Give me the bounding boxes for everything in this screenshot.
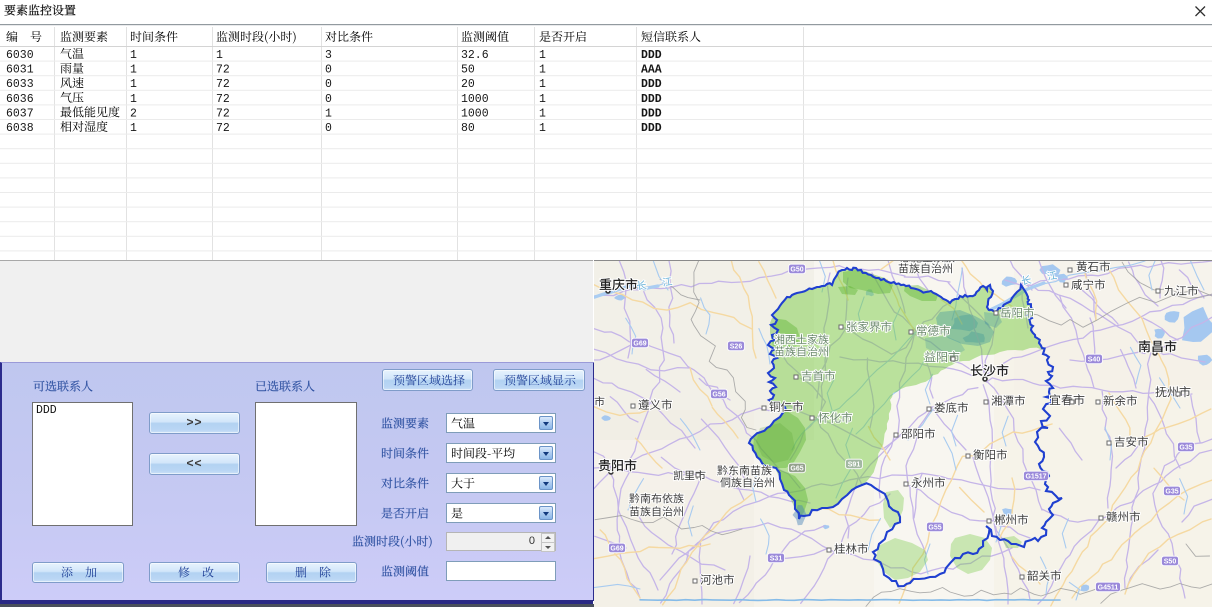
svg-text:DDD: DDD <box>641 49 662 62</box>
svg-text:1: 1 <box>325 107 332 120</box>
svg-text:6037: 6037 <box>6 107 34 120</box>
svg-text:0: 0 <box>325 122 332 135</box>
svg-text:50: 50 <box>461 64 475 77</box>
svg-text:G69: G69 <box>610 546 623 553</box>
svg-text:S50: S50 <box>1164 559 1177 566</box>
svg-text:G56: G56 <box>712 392 725 399</box>
svg-text:S40: S40 <box>1088 357 1101 364</box>
svg-text:20: 20 <box>461 78 475 91</box>
svg-text:1: 1 <box>539 78 546 91</box>
svg-text:72: 72 <box>216 122 230 135</box>
svg-text:1: 1 <box>130 49 137 62</box>
svg-text:3: 3 <box>325 49 332 62</box>
svg-text:G35: G35 <box>1165 489 1178 496</box>
svg-text:2: 2 <box>130 107 137 120</box>
svg-text:DDD: DDD <box>641 122 662 135</box>
svg-text:0: 0 <box>325 93 332 106</box>
svg-text:0: 0 <box>325 64 332 77</box>
svg-text:6033: 6033 <box>6 78 34 91</box>
svg-text:1: 1 <box>130 64 137 77</box>
svg-text:DDD: DDD <box>641 107 662 120</box>
svg-text:S91: S91 <box>848 462 861 469</box>
svg-text:1: 1 <box>539 122 546 135</box>
svg-text:G65: G65 <box>790 466 803 473</box>
svg-text:AAA: AAA <box>641 64 662 77</box>
svg-text:1000: 1000 <box>461 107 489 120</box>
svg-text:DDD: DDD <box>641 78 662 91</box>
svg-text:1: 1 <box>539 107 546 120</box>
svg-text:1: 1 <box>130 78 137 91</box>
svg-text:1000: 1000 <box>461 93 489 106</box>
svg-text:G50: G50 <box>790 267 803 274</box>
svg-text:1: 1 <box>130 122 137 135</box>
svg-text:G55: G55 <box>928 525 941 532</box>
svg-text:1: 1 <box>539 93 546 106</box>
svg-text:S31: S31 <box>770 556 783 563</box>
svg-text:1: 1 <box>539 64 546 77</box>
svg-text:80: 80 <box>461 122 475 135</box>
svg-text:0: 0 <box>325 78 332 91</box>
svg-text:6030: 6030 <box>6 49 34 62</box>
svg-text:6038: 6038 <box>6 122 34 135</box>
svg-text:72: 72 <box>216 93 230 106</box>
svg-text:6036: 6036 <box>6 93 34 106</box>
svg-text:1: 1 <box>539 49 546 62</box>
svg-text:G69: G69 <box>633 341 646 348</box>
svg-text:DDD: DDD <box>641 93 662 106</box>
svg-text:6031: 6031 <box>6 64 34 77</box>
svg-text:S26: S26 <box>730 344 743 351</box>
svg-text:32.6: 32.6 <box>461 49 489 62</box>
svg-text:1: 1 <box>216 49 223 62</box>
svg-text:72: 72 <box>216 107 230 120</box>
svg-text:72: 72 <box>216 64 230 77</box>
svg-text:G4511: G4511 <box>1098 585 1119 592</box>
svg-text:G1517: G1517 <box>1025 474 1046 481</box>
svg-text:72: 72 <box>216 78 230 91</box>
svg-text:G35: G35 <box>1179 445 1192 452</box>
svg-text:1: 1 <box>130 93 137 106</box>
